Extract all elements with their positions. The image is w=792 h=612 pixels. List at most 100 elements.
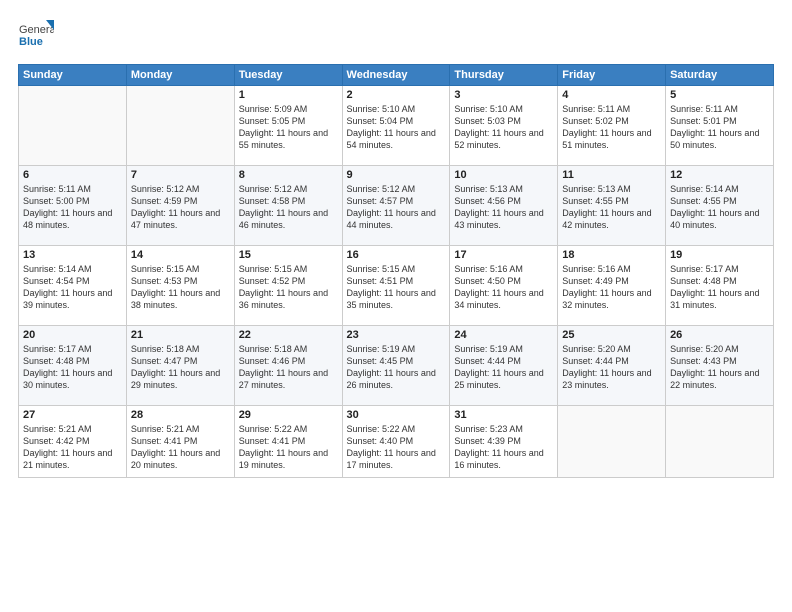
calendar-cell: 18 Sunrise: 5:16 AMSunset: 4:49 PMDayligh… [558, 246, 666, 326]
day-number: 31 [454, 409, 553, 421]
day-number: 22 [239, 329, 338, 341]
calendar-cell: 3Sunrise: 5:10 AMSunset: 5:03 PMDaylight… [450, 86, 558, 166]
day-info: Sunrise: 5:12 AMSunset: 4:58 PMDaylight:… [239, 183, 338, 232]
day-number: 15 [239, 249, 338, 261]
calendar-cell: 29 Sunrise: 5:22 AMSunset: 4:41 PMDayligh… [234, 406, 342, 478]
day-number: 30 [347, 409, 446, 421]
day-number: 28 [131, 409, 230, 421]
day-number: 20 [23, 329, 122, 341]
calendar-cell [126, 86, 234, 166]
weekday-header-tuesday: Tuesday [234, 65, 342, 86]
day-info: Sunrise: 5:11 AMSunset: 5:02 PMDaylight:… [562, 103, 661, 152]
day-info: Sunrise: 5:17 AMSunset: 4:48 PMDaylight:… [23, 343, 122, 392]
calendar-cell: 19 Sunrise: 5:17 AMSunset: 4:48 PMDayligh… [666, 246, 774, 326]
day-info: Sunrise: 5:23 AMSunset: 4:39 PMDaylight:… [454, 423, 553, 472]
svg-text:Blue: Blue [19, 36, 43, 48]
calendar-cell: 28 Sunrise: 5:21 AMSunset: 4:41 PMDayligh… [126, 406, 234, 478]
day-number: 4 [562, 89, 661, 101]
day-info: Sunrise: 5:11 AMSunset: 5:01 PMDaylight:… [670, 103, 769, 152]
day-info: Sunrise: 5:17 AMSunset: 4:48 PMDaylight:… [670, 263, 769, 312]
day-info: Sunrise: 5:16 AMSunset: 4:50 PMDaylight:… [454, 263, 553, 312]
day-info: Sunrise: 5:09 AMSunset: 5:05 PMDaylight:… [239, 103, 338, 152]
day-number: 10 [454, 169, 553, 181]
calendar-cell [558, 406, 666, 478]
day-number: 2 [347, 89, 446, 101]
weekday-header-friday: Friday [558, 65, 666, 86]
day-number: 11 [562, 169, 661, 181]
calendar-cell: 2Sunrise: 5:10 AMSunset: 5:04 PMDaylight… [342, 86, 450, 166]
weekday-header-wednesday: Wednesday [342, 65, 450, 86]
day-info: Sunrise: 5:13 AMSunset: 4:56 PMDaylight:… [454, 183, 553, 232]
day-info: Sunrise: 5:11 AMSunset: 5:00 PMDaylight:… [23, 183, 122, 232]
calendar-cell [666, 406, 774, 478]
calendar-cell: 9 Sunrise: 5:12 AMSunset: 4:57 PMDaylight… [342, 166, 450, 246]
day-info: Sunrise: 5:14 AMSunset: 4:54 PMDaylight:… [23, 263, 122, 312]
day-info: Sunrise: 5:15 AMSunset: 4:51 PMDaylight:… [347, 263, 446, 312]
calendar-cell: 24 Sunrise: 5:19 AMSunset: 4:44 PMDayligh… [450, 326, 558, 406]
calendar-cell: 27 Sunrise: 5:21 AMSunset: 4:42 PMDayligh… [19, 406, 127, 478]
calendar-cell: 6 Sunrise: 5:11 AMSunset: 5:00 PMDaylight… [19, 166, 127, 246]
calendar-cell: 10 Sunrise: 5:13 AMSunset: 4:56 PMDayligh… [450, 166, 558, 246]
day-number: 19 [670, 249, 769, 261]
day-number: 9 [347, 169, 446, 181]
day-number: 29 [239, 409, 338, 421]
day-info: Sunrise: 5:21 AMSunset: 4:41 PMDaylight:… [131, 423, 230, 472]
calendar-cell [19, 86, 127, 166]
day-number: 6 [23, 169, 122, 181]
calendar-cell: 1 Sunrise: 5:09 AMSunset: 5:05 PMDaylight… [234, 86, 342, 166]
weekday-header-sunday: Sunday [19, 65, 127, 86]
day-number: 26 [670, 329, 769, 341]
day-number: 8 [239, 169, 338, 181]
calendar-cell: 21 Sunrise: 5:18 AMSunset: 4:47 PMDayligh… [126, 326, 234, 406]
day-info: Sunrise: 5:15 AMSunset: 4:53 PMDaylight:… [131, 263, 230, 312]
calendar-cell: 26 Sunrise: 5:20 AMSunset: 4:43 PMDayligh… [666, 326, 774, 406]
calendar-cell: 8 Sunrise: 5:12 AMSunset: 4:58 PMDaylight… [234, 166, 342, 246]
calendar-cell: 16Sunrise: 5:15 AMSunset: 4:51 PMDayligh… [342, 246, 450, 326]
day-number: 27 [23, 409, 122, 421]
calendar-cell: 5Sunrise: 5:11 AMSunset: 5:01 PMDaylight… [666, 86, 774, 166]
calendar-cell: 22 Sunrise: 5:18 AMSunset: 4:46 PMDayligh… [234, 326, 342, 406]
logo: General Blue [18, 18, 54, 54]
calendar-cell: 20 Sunrise: 5:17 AMSunset: 4:48 PMDayligh… [19, 326, 127, 406]
calendar-cell: 11 Sunrise: 5:13 AMSunset: 4:55 PMDayligh… [558, 166, 666, 246]
day-number: 21 [131, 329, 230, 341]
page-header: General Blue [18, 18, 774, 54]
day-info: Sunrise: 5:12 AMSunset: 4:57 PMDaylight:… [347, 183, 446, 232]
calendar-cell: 31 Sunrise: 5:23 AMSunset: 4:39 PMDayligh… [450, 406, 558, 478]
day-number: 14 [131, 249, 230, 261]
day-info: Sunrise: 5:13 AMSunset: 4:55 PMDaylight:… [562, 183, 661, 232]
day-number: 18 [562, 249, 661, 261]
day-number: 24 [454, 329, 553, 341]
day-info: Sunrise: 5:19 AMSunset: 4:45 PMDaylight:… [347, 343, 446, 392]
weekday-header-saturday: Saturday [666, 65, 774, 86]
day-number: 1 [239, 89, 338, 101]
calendar-cell: 30 Sunrise: 5:22 AMSunset: 4:40 PMDayligh… [342, 406, 450, 478]
day-info: Sunrise: 5:22 AMSunset: 4:40 PMDaylight:… [347, 423, 446, 472]
day-number: 23 [347, 329, 446, 341]
calendar-cell: 14 Sunrise: 5:15 AMSunset: 4:53 PMDayligh… [126, 246, 234, 326]
calendar-cell: 25 Sunrise: 5:20 AMSunset: 4:44 PMDayligh… [558, 326, 666, 406]
day-info: Sunrise: 5:14 AMSunset: 4:55 PMDaylight:… [670, 183, 769, 232]
day-info: Sunrise: 5:18 AMSunset: 4:47 PMDaylight:… [131, 343, 230, 392]
day-info: Sunrise: 5:21 AMSunset: 4:42 PMDaylight:… [23, 423, 122, 472]
calendar-table: SundayMondayTuesdayWednesdayThursdayFrid… [18, 64, 774, 478]
calendar-cell: 15 Sunrise: 5:15 AMSunset: 4:52 PMDayligh… [234, 246, 342, 326]
calendar-cell: 7Sunrise: 5:12 AMSunset: 4:59 PMDaylight… [126, 166, 234, 246]
day-number: 17 [454, 249, 553, 261]
weekday-header-thursday: Thursday [450, 65, 558, 86]
calendar-cell: 4 Sunrise: 5:11 AMSunset: 5:02 PMDaylight… [558, 86, 666, 166]
day-info: Sunrise: 5:22 AMSunset: 4:41 PMDaylight:… [239, 423, 338, 472]
day-info: Sunrise: 5:20 AMSunset: 4:44 PMDaylight:… [562, 343, 661, 392]
calendar-cell: 12 Sunrise: 5:14 AMSunset: 4:55 PMDayligh… [666, 166, 774, 246]
day-info: Sunrise: 5:16 AMSunset: 4:49 PMDaylight:… [562, 263, 661, 312]
day-info: Sunrise: 5:19 AMSunset: 4:44 PMDaylight:… [454, 343, 553, 392]
day-info: Sunrise: 5:20 AMSunset: 4:43 PMDaylight:… [670, 343, 769, 392]
day-info: Sunrise: 5:18 AMSunset: 4:46 PMDaylight:… [239, 343, 338, 392]
weekday-header-monday: Monday [126, 65, 234, 86]
logo-svg: General Blue [18, 18, 54, 54]
day-number: 3 [454, 89, 553, 101]
day-number: 25 [562, 329, 661, 341]
day-info: Sunrise: 5:15 AMSunset: 4:52 PMDaylight:… [239, 263, 338, 312]
calendar-cell: 23 Sunrise: 5:19 AMSunset: 4:45 PMDayligh… [342, 326, 450, 406]
day-number: 12 [670, 169, 769, 181]
